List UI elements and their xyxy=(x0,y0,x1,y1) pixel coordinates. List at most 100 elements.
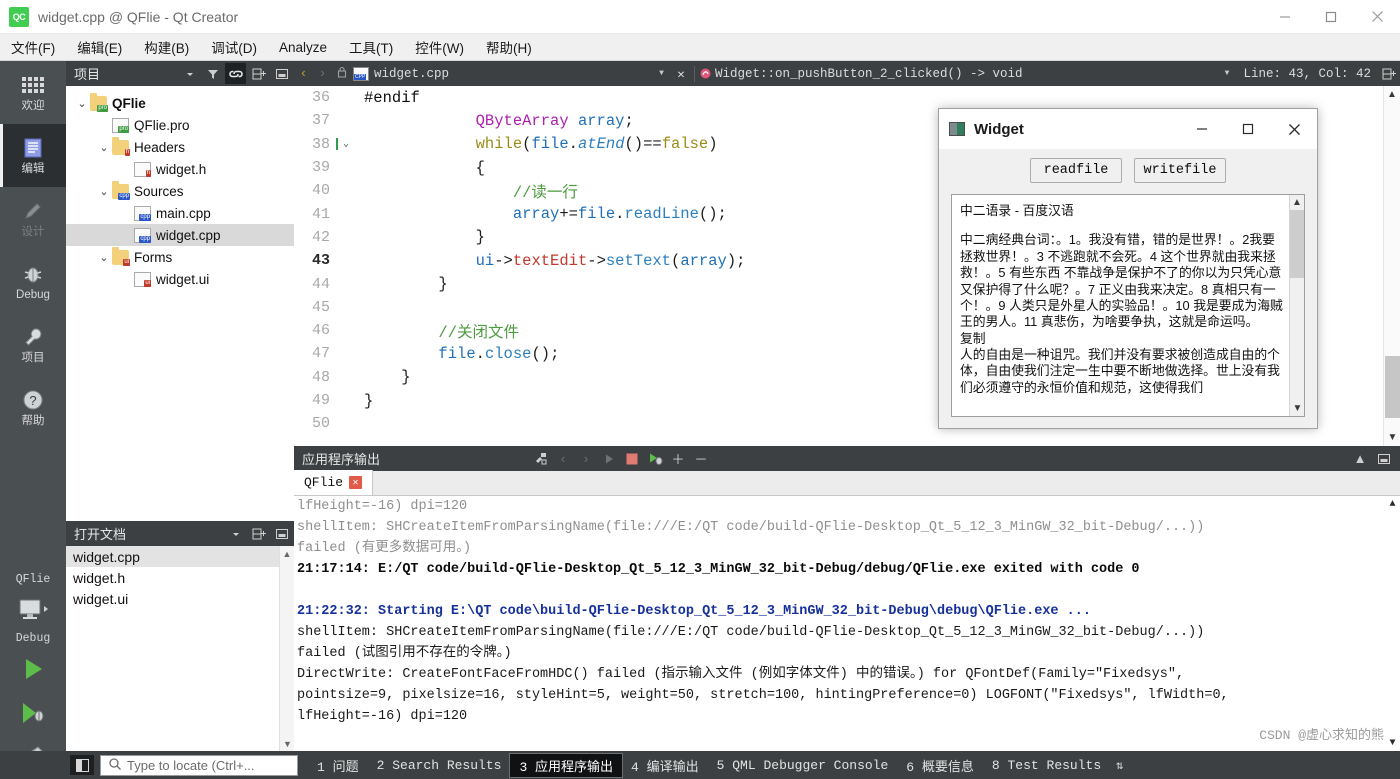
application-output-body[interactable]: lfHeight=-16) dpi=120 shellItem: SHCreate… xyxy=(294,496,1400,751)
menu-analyze[interactable]: Analyze xyxy=(268,37,338,58)
output-scrollbar[interactable]: ▲ ▼ xyxy=(1385,496,1400,751)
output-pane-more-icon[interactable]: ⇅ xyxy=(1116,758,1123,773)
scroll-down-icon[interactable]: ▼ xyxy=(1290,401,1304,416)
clear-output-icon[interactable] xyxy=(530,449,550,469)
tree-item[interactable]: ⌄ ui Forms xyxy=(66,246,294,268)
link-sync-icon[interactable] xyxy=(225,63,246,84)
stop-icon[interactable] xyxy=(622,449,642,469)
tree-item[interactable]: cpp widget.cpp xyxy=(66,224,294,246)
tree-item[interactable]: cpp main.cpp xyxy=(66,202,294,224)
dialog-scrollbar-thumb[interactable] xyxy=(1290,210,1304,278)
list-item[interactable]: widget.h xyxy=(66,567,294,588)
tree-item[interactable]: pro QFlie.pro xyxy=(66,114,294,136)
file-icon: cpp xyxy=(134,205,151,221)
list-item[interactable]: widget.ui xyxy=(66,588,294,609)
filter-icon[interactable] xyxy=(202,63,223,84)
window-minimize-icon[interactable] xyxy=(1262,0,1308,34)
code-line[interactable]: 36 #endif xyxy=(294,86,1400,109)
dialog-minimize-icon[interactable] xyxy=(1179,109,1225,149)
window-maximize-icon[interactable] xyxy=(1308,0,1354,34)
statusbar-tab-search-results[interactable]: 2 Search Results xyxy=(368,756,511,775)
scroll-down-icon[interactable]: ▼ xyxy=(280,736,295,751)
next-item-icon[interactable]: › xyxy=(576,449,596,469)
scroll-up-icon[interactable]: ▲ xyxy=(1384,86,1400,103)
sidebar-item-design[interactable]: 设计 xyxy=(0,187,66,250)
chevron-down-icon[interactable]: ⌄ xyxy=(96,141,112,154)
menu-widgets[interactable]: 控件(W) xyxy=(404,34,475,60)
menu-tools[interactable]: 工具(T) xyxy=(338,34,404,60)
menu-file[interactable]: 文件(F) xyxy=(0,34,66,60)
sidebar-item-edit[interactable]: 编辑 xyxy=(0,124,66,187)
statusbar-tab-test-results[interactable]: 8 Test Results xyxy=(983,756,1110,775)
toggle-sidebar-button[interactable] xyxy=(70,755,94,775)
menu-help[interactable]: 帮助(H) xyxy=(475,34,543,60)
statusbar-tab-compile-output[interactable]: 4 编译输出 xyxy=(622,754,708,777)
split-add-icon[interactable] xyxy=(248,63,269,84)
statusbar-tab-general-messages[interactable]: 6 概要信息 xyxy=(897,754,983,777)
widget-dialog[interactable]: Widget readfile writefile 中二语录 - 百度汉语 中二… xyxy=(938,108,1318,429)
readfile-button[interactable]: readfile xyxy=(1030,158,1122,183)
chevron-down-icon[interactable]: ⌄ xyxy=(74,97,90,110)
editor-close-icon[interactable]: ✕ xyxy=(672,66,690,82)
navigate-back-icon[interactable]: ‹ xyxy=(294,66,313,81)
menu-debug[interactable]: 调试(D) xyxy=(200,34,268,60)
sidebar-item-help[interactable]: ? 帮助 xyxy=(0,376,66,439)
list-item[interactable]: widget.cpp xyxy=(66,546,294,567)
close-output-icon[interactable] xyxy=(1374,449,1394,469)
chevron-down-icon[interactable] xyxy=(225,523,246,544)
split-add-icon[interactable] xyxy=(248,523,269,544)
maximize-output-icon[interactable]: ▲ xyxy=(1350,449,1370,469)
dialog-maximize-icon[interactable] xyxy=(1225,109,1271,149)
lock-icon[interactable] xyxy=(332,66,352,82)
scroll-down-icon[interactable]: ▼ xyxy=(1385,735,1400,751)
chevron-down-icon[interactable]: ▼ xyxy=(659,69,664,78)
menu-build[interactable]: 构建(B) xyxy=(133,34,200,60)
scroll-up-icon[interactable]: ▲ xyxy=(1290,195,1304,210)
run-button[interactable] xyxy=(0,647,66,691)
run-icon[interactable] xyxy=(599,449,619,469)
attach-debugger-icon[interactable] xyxy=(645,449,665,469)
dialog-textedit[interactable]: 中二语录 - 百度汉语 中二病经典台词：。1。我没有错，错的是世界！。2我要拯救… xyxy=(951,194,1305,417)
menu-edit[interactable]: 编辑(E) xyxy=(66,34,133,60)
debug-run-button[interactable] xyxy=(0,691,66,735)
symbol-selector[interactable]: Widget::on_pushButton_2_clicked() -> voi… xyxy=(699,67,1023,81)
split-editor-icon[interactable] xyxy=(1379,63,1400,84)
tree-item[interactable]: ⌄ cpp Sources xyxy=(66,180,294,202)
chevron-down-icon[interactable] xyxy=(179,63,200,84)
scroll-up-icon[interactable]: ▲ xyxy=(1385,496,1400,512)
open-documents-scrollbar[interactable]: ▲ ▼ xyxy=(279,546,294,751)
sidebar-item-debug[interactable]: Debug xyxy=(0,250,66,313)
chevron-down-icon[interactable]: ⌄ xyxy=(96,251,112,264)
chevron-down-icon[interactable]: ⌄ xyxy=(96,185,112,198)
panel-close-icon[interactable] xyxy=(271,63,292,84)
tree-item[interactable]: ui widget.ui xyxy=(66,268,294,290)
fold-marker-icon[interactable]: ⌄ xyxy=(336,138,354,151)
dialog-scrollbar[interactable]: ▲ ▼ xyxy=(1289,195,1304,416)
zoom-out-icon[interactable]: － xyxy=(691,449,711,469)
output-tab-qflie[interactable]: QFlie ✕ xyxy=(294,470,374,495)
locator-input[interactable]: Type to locate (Ctrl+... xyxy=(100,754,298,776)
scroll-up-icon[interactable]: ▲ xyxy=(280,546,294,561)
statusbar-tab-issues[interactable]: 1 问题 xyxy=(308,754,368,777)
close-icon[interactable]: ✕ xyxy=(349,476,363,489)
window-close-icon[interactable] xyxy=(1354,0,1400,34)
panel-close-icon[interactable] xyxy=(271,523,292,544)
statusbar-tab-application-output[interactable]: 3 应用程序输出 xyxy=(509,752,624,778)
tree-item[interactable]: ⌄ h Headers xyxy=(66,136,294,158)
sidebar-item-projects[interactable]: 项目 xyxy=(0,313,66,376)
zoom-in-icon[interactable]: ＋ xyxy=(668,449,688,469)
navigate-forward-icon[interactable]: › xyxy=(313,66,332,81)
editor-scrollbar[interactable]: ▲ ▼ xyxy=(1383,86,1400,446)
editor-file-name[interactable]: widget.cpp xyxy=(374,67,449,81)
previous-item-icon[interactable]: ‹ xyxy=(553,449,573,469)
tree-item[interactable]: h widget.h xyxy=(66,158,294,180)
kit-selector-button[interactable] xyxy=(0,588,66,632)
writefile-button[interactable]: writefile xyxy=(1134,158,1226,183)
dialog-close-icon[interactable] xyxy=(1271,109,1317,149)
sidebar-item-welcome[interactable]: 欢迎 xyxy=(0,61,66,124)
tree-item[interactable]: ⌄ pro QFlie xyxy=(66,92,294,114)
editor-scrollbar-thumb[interactable] xyxy=(1385,356,1400,418)
chevron-down-icon[interactable]: ▼ xyxy=(1225,69,1230,78)
scroll-down-icon[interactable]: ▼ xyxy=(1384,429,1400,446)
statusbar-tab-qml-debugger-console[interactable]: 5 QML Debugger Console xyxy=(708,756,898,775)
